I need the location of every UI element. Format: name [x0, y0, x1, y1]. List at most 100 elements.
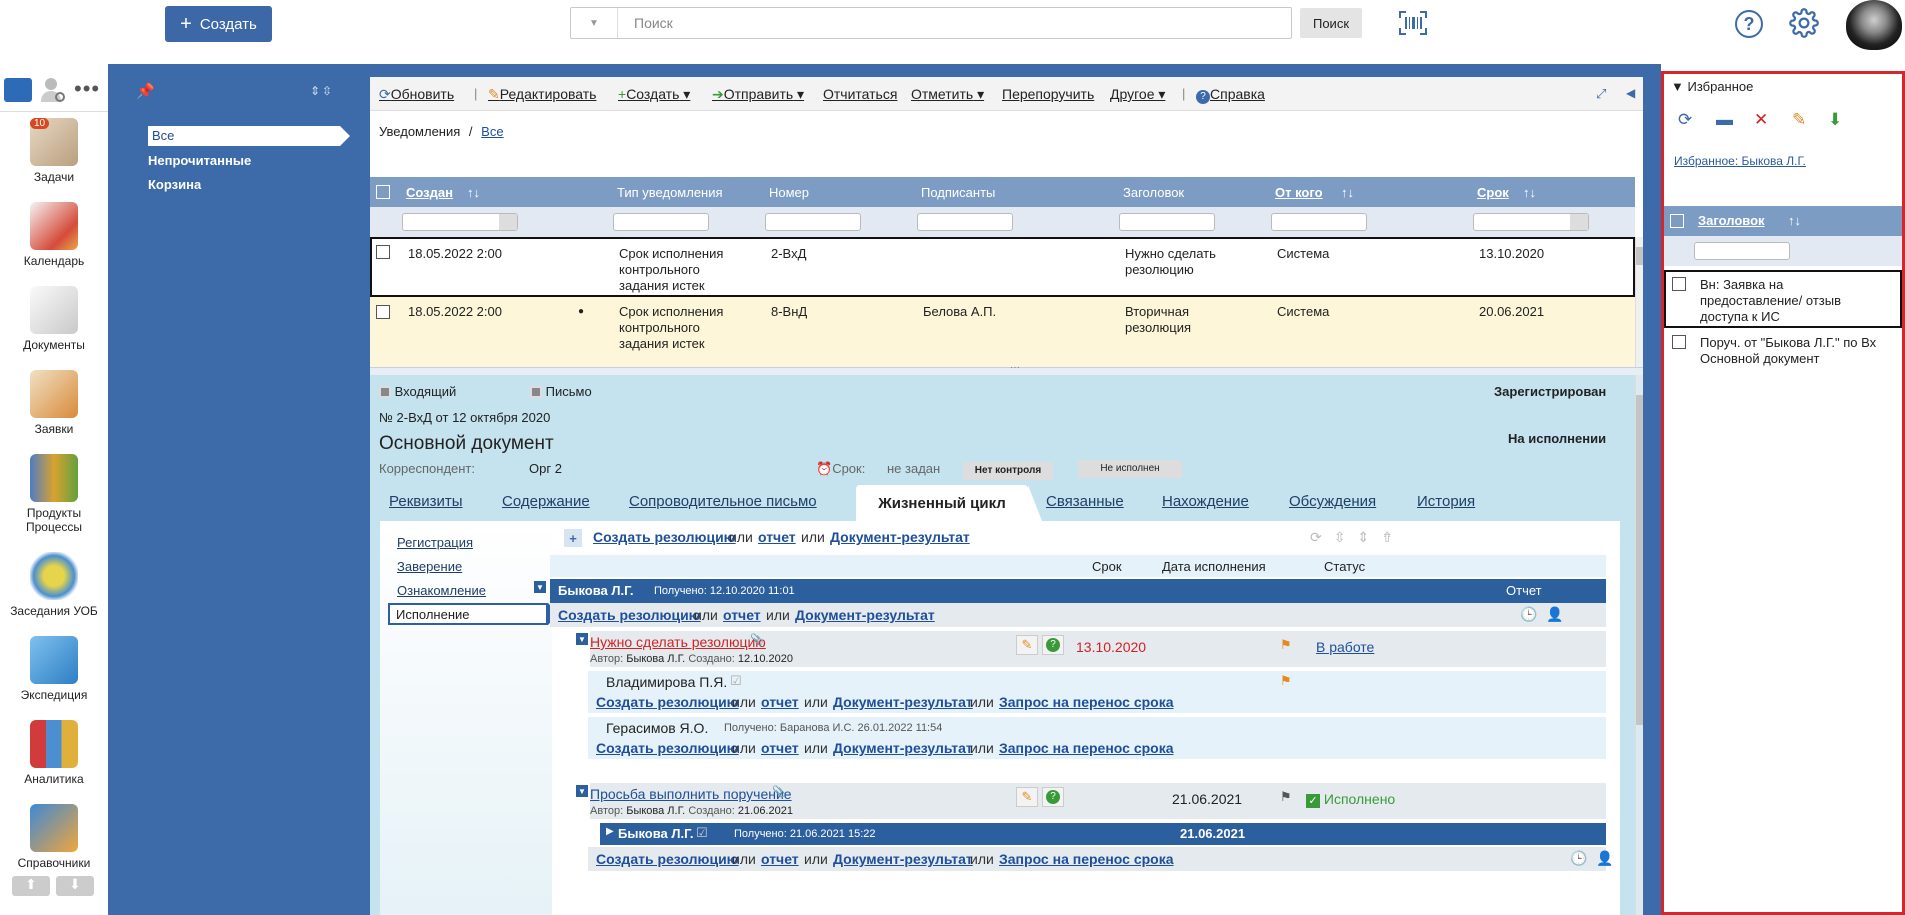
help-button[interactable]: ? Справка	[1196, 86, 1265, 104]
report-link[interactable]: отчет	[761, 694, 799, 710]
pin-icon[interactable]: 📌	[136, 82, 155, 100]
sort-icon[interactable]: ↑↓	[1523, 185, 1536, 200]
col-created[interactable]: Создан	[406, 185, 453, 200]
select-all-checkbox[interactable]	[376, 185, 390, 199]
row-checkbox[interactable]	[1672, 277, 1686, 291]
grid-scrollbar[interactable]	[1635, 237, 1643, 367]
nav-item-products[interactable]: Продукты Процессы	[0, 454, 108, 534]
nav-item-expedition[interactable]: Экспедиция	[0, 636, 108, 702]
folder-all[interactable]: Все	[148, 126, 350, 146]
barcode-icon[interactable]	[1398, 10, 1428, 36]
pencil-icon[interactable]: ✎	[1016, 787, 1038, 807]
task-row[interactable]: Нужно сделать резолюцию 📎 Автор: Быкова …	[590, 631, 1606, 667]
folder-icon[interactable]: ▬	[1716, 110, 1733, 130]
search-input[interactable]: ▼ Поиск	[570, 7, 1292, 39]
filter-type-input[interactable]	[613, 213, 709, 231]
collapse-icon[interactable]: ▼	[534, 581, 546, 593]
help-circle-icon[interactable]: ?	[1042, 787, 1064, 807]
tab-history[interactable]: История	[1417, 493, 1475, 510]
favorites-header[interactable]: ▼ Избранное	[1671, 79, 1753, 94]
row-checkbox[interactable]	[376, 305, 390, 319]
expand-collapse-icon[interactable]: ⇕⇳	[310, 84, 334, 98]
filter-title-input[interactable]	[1119, 213, 1215, 231]
doc-result-link[interactable]: Документ-результат	[833, 851, 973, 867]
create-resolution-link[interactable]: Создать резолюцию	[558, 607, 701, 623]
tab-content[interactable]: Содержание	[502, 493, 590, 510]
user-settings-icon[interactable]	[40, 76, 66, 104]
task-row[interactable]: Просьба выполнить поручение 📎 Автор: Бык…	[590, 783, 1606, 819]
create-resolution-link[interactable]: Создать резолюцию	[596, 851, 739, 867]
avatar[interactable]	[1846, 0, 1902, 50]
transfer-request-link[interactable]: Запрос на перенос срока	[999, 740, 1174, 756]
transfer-request-link[interactable]: Запрос на перенос срока	[999, 694, 1174, 710]
task-title-link[interactable]: Нужно сделать резолюцию	[590, 634, 766, 650]
nav-item-documents[interactable]: Документы	[0, 286, 108, 352]
doc-result-link[interactable]: Документ-результат	[833, 694, 973, 710]
nav-item-requests[interactable]: Заявки	[0, 370, 108, 436]
edit-button[interactable]: ✎Редактировать	[488, 86, 596, 103]
nav-item-analytics[interactable]: Аналитика	[0, 720, 108, 786]
favorites-owner-link[interactable]: Избранное: Быкова Л.Г.	[1674, 154, 1806, 168]
doc-result-link[interactable]: Документ-результат	[795, 607, 935, 623]
folder-unread[interactable]: Непрочитанные	[148, 153, 251, 168]
doc-result-link[interactable]: Документ-результат	[833, 740, 973, 756]
task-title-link[interactable]: Просьба выполнить поручение	[590, 786, 792, 802]
select-all-checkbox[interactable]	[1670, 214, 1684, 228]
tab-requisites[interactable]: Реквизиты	[389, 493, 463, 510]
nav-item-meetings[interactable]: Заседания УОБ	[0, 552, 108, 618]
fullscreen-icon[interactable]: ⤢	[1596, 86, 1606, 102]
nav-scroll-down-button[interactable]: ⬇	[56, 876, 94, 896]
table-row[interactable]: 18.05.2022 2:00 Срок исполнения контроль…	[370, 237, 1635, 297]
row-checkbox[interactable]	[1672, 335, 1686, 349]
expand-icon[interactable]: ▶	[606, 826, 614, 837]
tab-lifecycle[interactable]: Жизненный цикл	[856, 485, 1042, 521]
tab-discussions[interactable]: Обсуждения	[1289, 493, 1376, 510]
create-resolution-link[interactable]: Создать резолюцию	[596, 740, 739, 756]
pencil-icon[interactable]: ✎	[1792, 110, 1806, 130]
create-resolution-link[interactable]: Создать резолюцию	[593, 529, 736, 545]
flag-icon[interactable]: ⚑	[1280, 637, 1292, 653]
side-execution[interactable]: Исполнение	[388, 603, 558, 625]
breadcrumb-current[interactable]: Все	[481, 124, 503, 139]
table-row[interactable]: 18.05.2022 2:00 ● Срок исполнения контро…	[370, 297, 1635, 367]
filter-due-input[interactable]	[1473, 213, 1589, 231]
search-dropdown[interactable]: ▼	[571, 8, 618, 38]
row-checkbox[interactable]	[376, 245, 390, 259]
nav-item-reference[interactable]: Справочники	[0, 804, 108, 870]
card-scrollbar[interactable]	[1635, 375, 1643, 915]
refresh-button[interactable]: ⟳Обновить	[379, 86, 454, 103]
transfer-request-link[interactable]: Запрос на перенос срока	[999, 851, 1174, 867]
briefcase-icon[interactable]	[4, 78, 32, 102]
collapse-icon[interactable]: ▼	[576, 785, 588, 797]
doc-result-link[interactable]: Документ-результат	[830, 529, 970, 545]
lifecycle-tools-icons[interactable]: ⟳⇳⇕⇮	[1310, 529, 1405, 546]
report-link[interactable]: отчет	[758, 529, 796, 545]
collapse-icon[interactable]: ▼	[576, 633, 588, 645]
create-menu-button[interactable]: +Создать ▾	[618, 86, 690, 103]
add-icon[interactable]: +	[564, 529, 582, 547]
pencil-icon[interactable]: ✎	[1016, 635, 1038, 655]
folder-trash[interactable]: Корзина	[148, 177, 201, 192]
filter-signers-input[interactable]	[917, 213, 1013, 231]
delete-icon[interactable]: ✕	[1754, 110, 1768, 130]
search-button[interactable]: Поиск	[1300, 8, 1362, 38]
filter-from-input[interactable]	[1271, 213, 1367, 231]
report-button[interactable]: Отчитаться	[823, 86, 897, 102]
clock-history-icon[interactable]: 🕒	[1570, 850, 1587, 867]
col-title[interactable]: Заголовок	[1698, 213, 1765, 228]
report-link[interactable]: отчет	[761, 851, 799, 867]
col-from[interactable]: От кого	[1275, 185, 1323, 200]
help-icon[interactable]: ?	[1735, 10, 1763, 38]
other-button[interactable]: Другое ▾	[1110, 86, 1165, 103]
side-certification[interactable]: Заверение	[397, 559, 462, 574]
send-button[interactable]: ➔Отправить ▾	[712, 86, 804, 103]
favorite-item[interactable]: Вн: Заявка на предоставление/ отзыв дост…	[1664, 270, 1902, 328]
col-due[interactable]: Срок	[1477, 185, 1509, 200]
collapse-left-icon[interactable]: ◀	[1626, 86, 1635, 100]
more-icon[interactable]: •••	[74, 76, 100, 102]
report-link[interactable]: отчет	[761, 740, 799, 756]
tab-location[interactable]: Нахождение	[1162, 493, 1249, 510]
refresh-icon[interactable]: ⟳	[1678, 110, 1692, 130]
nav-item-calendar[interactable]: Календарь	[0, 202, 108, 268]
tab-cover-letter[interactable]: Сопроводительное письмо	[629, 493, 817, 510]
